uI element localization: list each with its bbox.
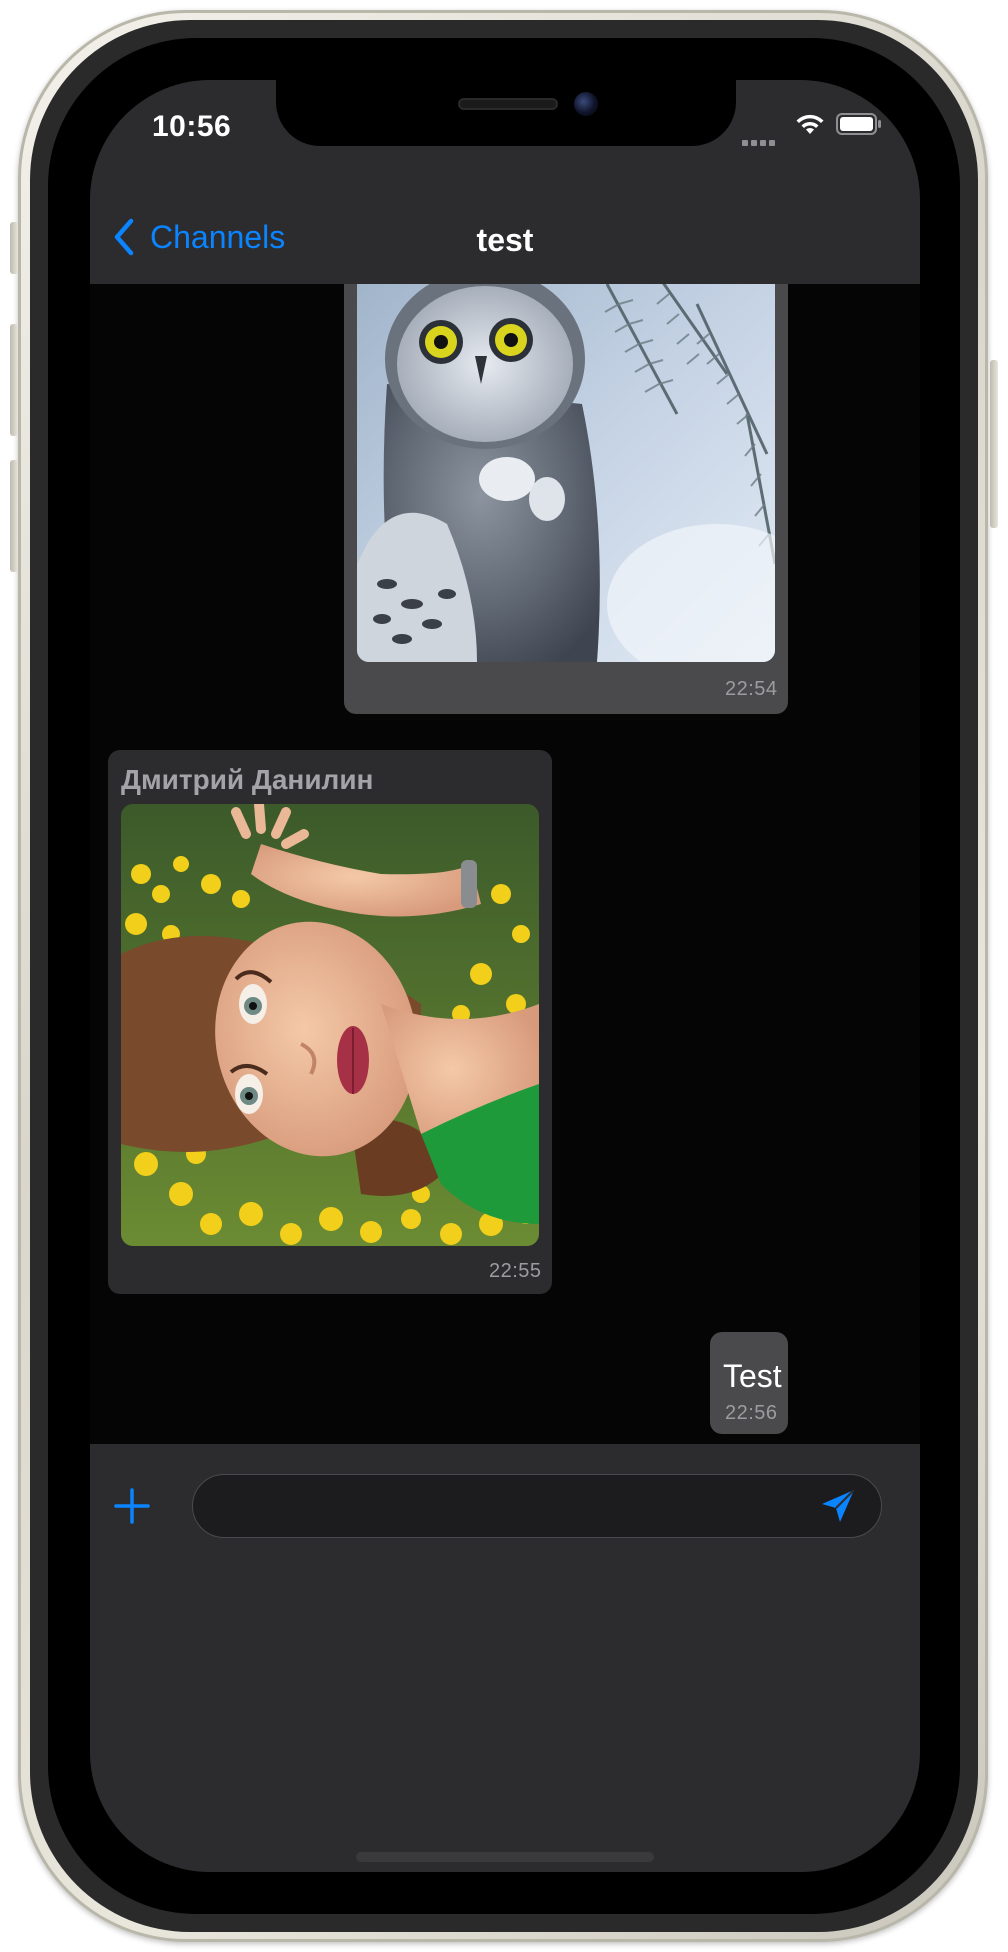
paper-plane-icon[interactable] <box>818 1486 858 1526</box>
power-button <box>990 360 998 528</box>
navigation-bar: Channels test <box>90 192 920 284</box>
snowy-owl-photo[interactable] <box>357 284 775 662</box>
silent-switch <box>10 222 18 274</box>
message-time: 22:56 <box>725 1402 778 1424</box>
volume-down-button <box>10 460 18 572</box>
earpiece-speaker <box>458 98 558 110</box>
wifi-icon <box>796 114 824 134</box>
compose-bar <box>90 1444 920 1872</box>
message-time: 22:54 <box>725 678 778 700</box>
message-text: Test <box>723 1358 782 1394</box>
message-bubble-outgoing-text[interactable]: Test 22:56 <box>710 1332 788 1434</box>
plus-icon[interactable] <box>112 1486 152 1526</box>
woman-in-yellow-flowers-photo[interactable] <box>121 804 539 1246</box>
status-bar: 10:56 <box>90 80 920 192</box>
message-bubble-outgoing-image[interactable]: 22:54 <box>344 284 788 714</box>
front-camera <box>574 92 598 116</box>
sender-name: Дмитрий Данилин <box>121 764 374 795</box>
home-indicator[interactable] <box>356 1852 654 1862</box>
notch <box>276 80 736 146</box>
volume-up-button <box>10 324 18 436</box>
message-list[interactable]: 22:54 Дмитрий Данилин 22:55 Test 22:56 <box>90 284 920 1444</box>
signal-icon <box>742 128 782 146</box>
message-time: 22:55 <box>489 1260 542 1282</box>
message-input[interactable] <box>192 1474 882 1538</box>
channel-title: test <box>476 222 534 258</box>
phone-screen: 10:56 Channels test 22:54 Дмитрий Данили… <box>90 80 920 1872</box>
battery-icon <box>836 113 881 135</box>
status-time: 10:56 <box>152 110 232 143</box>
message-bubble-incoming-image[interactable]: Дмитрий Данилин 22:55 <box>108 750 552 1294</box>
